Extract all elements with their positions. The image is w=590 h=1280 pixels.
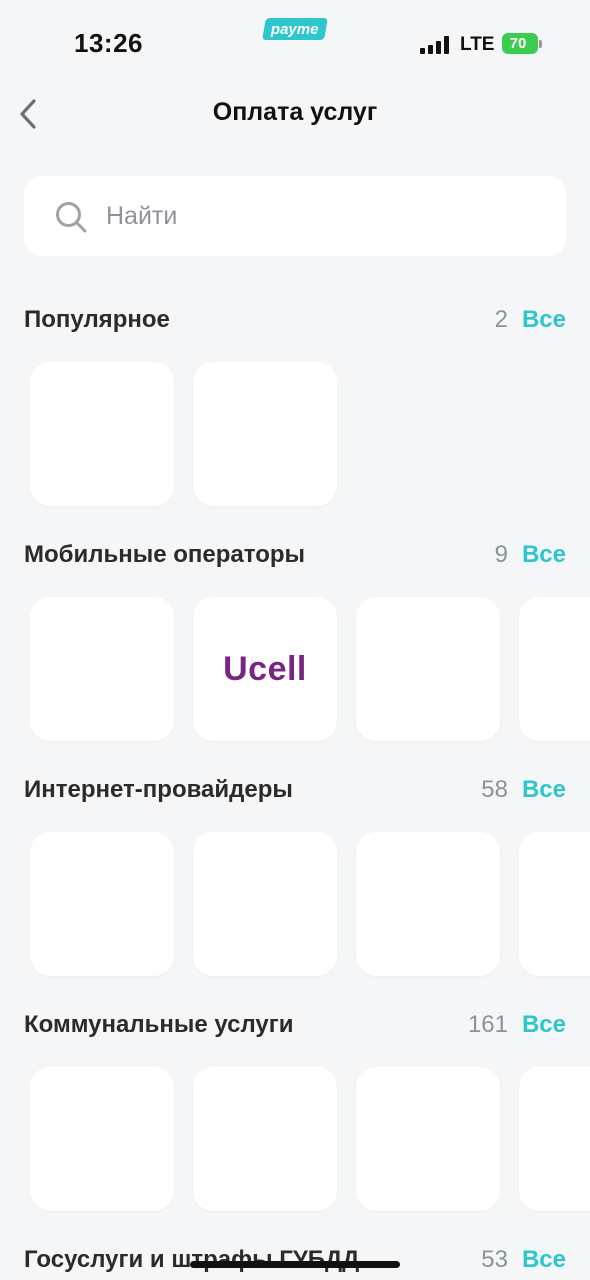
tile-row	[30, 832, 590, 978]
service-tile[interactable]	[30, 832, 174, 976]
app-badge-label: payme	[271, 20, 319, 38]
section-title: Популярное	[24, 306, 170, 333]
section-title: Интернет-провайдеры	[24, 776, 293, 803]
service-tile[interactable]	[30, 1067, 174, 1211]
service-tile[interactable]	[519, 597, 590, 741]
battery-icon: 70	[502, 33, 538, 54]
section-count: 2	[494, 306, 508, 333]
battery-level: 70	[509, 35, 527, 52]
page-title: Оплата услуг	[212, 98, 378, 126]
battery-tip	[539, 40, 542, 48]
section-count: 53	[481, 1246, 508, 1273]
section-title: Мобильные операторы	[24, 541, 306, 568]
search-input[interactable]	[104, 176, 546, 256]
service-tile[interactable]	[356, 1067, 500, 1211]
tile-row	[30, 362, 590, 508]
section-header: Коммунальные услуги 161 Все	[24, 1007, 566, 1047]
service-tile-ucell[interactable]: Ucell	[193, 597, 337, 741]
network-type: LTE	[460, 34, 495, 55]
service-tile[interactable]	[193, 1067, 337, 1211]
section-count: 9	[494, 541, 508, 568]
section-title: Коммунальные услуги	[24, 1011, 294, 1038]
section-popular: Популярное 2 Все	[0, 302, 590, 538]
section-count: 161	[467, 1011, 508, 1038]
section-internet-providers: Интернет-провайдеры 58 Все	[0, 772, 590, 1008]
home-indicator	[190, 1261, 400, 1268]
section-title: Госуслуги и штрафы ГУБДД	[24, 1246, 360, 1273]
search-box[interactable]	[24, 176, 566, 256]
tile-row: Ucell	[30, 597, 590, 743]
ucell-logo: Ucell	[223, 649, 307, 688]
service-tile[interactable]	[519, 832, 590, 976]
service-tile[interactable]	[30, 362, 174, 506]
status-bar: 13:26 payme LTE 70	[0, 0, 590, 88]
search-icon	[56, 202, 87, 233]
see-all-link[interactable]: Все	[522, 541, 566, 569]
service-tile[interactable]	[193, 362, 337, 506]
section-header: Интернет-провайдеры 58 Все	[24, 772, 566, 812]
see-all-link[interactable]: Все	[522, 1246, 566, 1274]
section-header: Мобильные операторы 9 Все	[24, 537, 566, 577]
section-mobile-operators: Мобильные операторы 9 Все Ucell	[0, 537, 590, 773]
nav-bar: Оплата услуг	[0, 88, 590, 144]
section-utilities: Коммунальные услуги 161 Все	[0, 1007, 590, 1243]
service-tile[interactable]	[356, 832, 500, 976]
service-tile[interactable]	[519, 1067, 590, 1211]
see-all-link[interactable]: Все	[522, 776, 566, 804]
signal-icon	[420, 36, 450, 54]
service-tile[interactable]	[30, 597, 174, 741]
tile-row	[30, 1067, 590, 1213]
section-count: 58	[481, 776, 508, 803]
section-header: Популярное 2 Все	[24, 302, 566, 342]
see-all-link[interactable]: Все	[522, 306, 566, 334]
see-all-link[interactable]: Все	[522, 1011, 566, 1039]
service-tile[interactable]	[193, 832, 337, 976]
service-tile[interactable]	[356, 597, 500, 741]
app-badge: payme	[262, 18, 328, 40]
status-time: 13:26	[74, 28, 143, 58]
